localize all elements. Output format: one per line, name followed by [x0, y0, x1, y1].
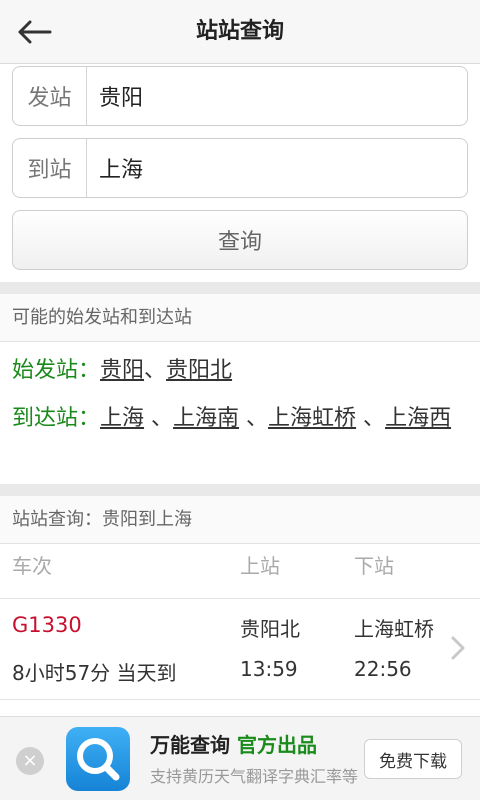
dest-station-link[interactable]: 上海 — [100, 406, 144, 431]
origin-stations-line: 始发站：贵阳、贵阳北 — [12, 358, 233, 383]
from-station-row: 发站 — [12, 66, 468, 126]
dest-station-link[interactable]: 上海南 — [173, 406, 239, 431]
ad-tag: 官方出品 — [236, 733, 317, 757]
column-board: 上站 — [240, 554, 280, 578]
close-icon[interactable]: × — [16, 747, 44, 775]
possible-stations-title: 可能的始发站和到达站 — [0, 294, 480, 342]
board-time: 13:59 — [240, 657, 298, 681]
alight-time: 22:56 — [354, 657, 412, 681]
ad-banner[interactable]: × 万能查询 官方出品 支持黄历天气翻译字典汇率等 免费下载 — [0, 716, 480, 800]
column-train: 车次 — [12, 554, 52, 578]
train-duration: 8小时57分 当天到 — [12, 661, 177, 685]
train-row[interactable]: G1330 8小时57分 当天到 贵阳北 13:59 上海虹桥 22:56 — [0, 598, 480, 700]
chevron-right-icon — [451, 636, 465, 660]
origin-station-link[interactable]: 贵阳北 — [166, 358, 232, 383]
ad-title: 万能查询 官方出品 — [150, 733, 317, 757]
origin-station-link[interactable]: 贵阳 — [100, 358, 144, 383]
train-number: G1330 — [12, 613, 82, 637]
dest-stations-line: 到达站：上海 、上海南 、上海虹桥 、上海西 — [12, 406, 452, 431]
origin-label: 始发站： — [12, 358, 101, 383]
ad-subtitle: 支持黄历天气翻译字典汇率等 — [150, 767, 359, 786]
app-search-icon — [66, 727, 130, 791]
section-divider — [0, 484, 480, 496]
section-divider — [0, 282, 480, 294]
dest-station-link[interactable]: 上海西 — [385, 406, 451, 431]
to-station-input[interactable] — [87, 139, 467, 197]
query-button[interactable]: 查询 — [12, 210, 468, 270]
to-station-row: 到站 — [12, 138, 468, 198]
dest-label: 到达站： — [12, 406, 101, 431]
from-station-input[interactable] — [87, 67, 467, 125]
dest-station-link[interactable]: 上海虹桥 — [268, 406, 356, 431]
alight-station: 上海虹桥 — [354, 617, 434, 641]
from-station-label: 发站 — [13, 67, 87, 125]
column-alight: 下站 — [354, 554, 394, 578]
download-button[interactable]: 免费下载 — [364, 739, 462, 779]
board-station: 贵阳北 — [240, 617, 300, 641]
to-station-label: 到站 — [13, 139, 87, 197]
results-title: 站站查询：贵阳到上海 — [0, 496, 480, 544]
page-title: 站站查询 — [195, 19, 284, 44]
top-bar: 站站查询 — [0, 0, 480, 64]
